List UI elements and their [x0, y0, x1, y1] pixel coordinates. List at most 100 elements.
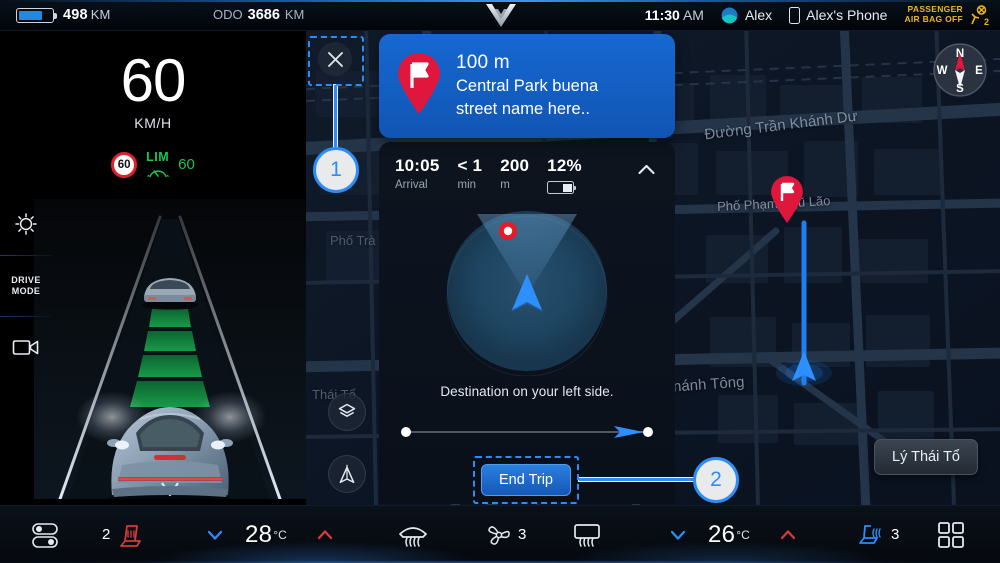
passenger-airbag-indicator: PASSENGER AIR BAG OFF 2 [904, 4, 990, 26]
connected-phone[interactable]: Alex's Phone [789, 6, 887, 24]
destination-message: Destination on your left side. [440, 384, 614, 399]
fan-speed-value: 3 [518, 526, 527, 543]
speed-limiter-badge: LIM [146, 150, 169, 179]
camera-item[interactable] [0, 323, 52, 371]
progress-track [409, 431, 645, 433]
limiter-label: LIM [146, 150, 170, 165]
airbag-off-icon: 2 [971, 4, 989, 26]
driver-seat-heater-button[interactable]: 2 [100, 521, 145, 549]
annotation-marker-1: 1 [313, 147, 359, 193]
instrument-cluster: 60 KM/H 60 LIM 60 DRIVE MODE [0, 31, 306, 505]
svg-text:S: S [956, 83, 964, 95]
maneuver-distance: 100 m [456, 52, 510, 74]
cluster-icon-rail: DRIVE MODE [0, 201, 52, 371]
annotation-highlight-box-2 [473, 456, 579, 504]
speedometer-icon [146, 170, 169, 178]
user-name: Alex [744, 7, 773, 23]
passenger-temp-up-button[interactable] [778, 525, 798, 545]
navigation-detail-panel: 10:05 Arrival < 1 min 200 m 12% Destinat… [379, 142, 675, 504]
passenger-temp-unit: °C [736, 527, 750, 542]
passenger-temperature[interactable]: 26 °C [708, 521, 750, 549]
odo-label: ODO [213, 7, 243, 22]
destination-pin[interactable] [769, 176, 805, 229]
passenger-temp-value: 26 [708, 520, 736, 548]
banner-text-block: 100 m Central Park buena street name her… [456, 52, 598, 120]
map-layers-button[interactable] [328, 393, 366, 431]
stat-distance: 200 m [500, 156, 529, 191]
maneuver-pin-icon [395, 52, 443, 120]
navigation-banner: 100 m Central Park buena street name her… [379, 34, 675, 138]
drive-mode-item[interactable]: DRIVE MODE [0, 262, 52, 310]
avatar-icon [721, 7, 738, 23]
front-defrost-button[interactable] [396, 521, 430, 549]
brand-logo-icon [486, 4, 516, 27]
driver-temp-down-button[interactable] [205, 525, 225, 545]
driver-temp-up-button[interactable] [315, 525, 335, 545]
current-speed: 60 [120, 47, 187, 114]
driver-temp-value: 28 [245, 520, 273, 548]
arrival-label: Arrival [395, 179, 428, 191]
chevron-down-icon [670, 530, 686, 540]
progress-start-dot [401, 427, 411, 437]
chevron-up-icon [317, 529, 333, 539]
arrival-value: 10:05 [395, 156, 440, 175]
range-unit: KM [90, 7, 111, 22]
user-profile[interactable]: Alex [721, 7, 772, 24]
proximity-radar [446, 211, 608, 376]
status-right-group: 11:30 AM Alex Alex's Phone PASSENGER AIR… [645, 4, 990, 26]
fan-icon [488, 525, 510, 545]
front-defrost-icon [399, 526, 427, 547]
close-icon [327, 51, 343, 67]
speed-limit-group: 60 LIM 60 [0, 150, 306, 179]
battery-level-fill [19, 10, 43, 20]
infotainment-screen: Đường Trần Khánh Dư Phố Phạm Ngũ Lão hán… [0, 0, 1000, 563]
stat-duration: < 1 min [457, 156, 482, 191]
passenger-seat-vent-button[interactable]: 3 [855, 521, 901, 549]
rear-defrost-button[interactable] [570, 521, 604, 549]
apps-grid-button[interactable] [937, 521, 965, 549]
camera-icon [12, 340, 39, 355]
street-name-line2: street name here.. [456, 100, 590, 118]
svg-text:N: N [956, 48, 964, 60]
limiter-value: 60 [178, 156, 195, 174]
street-name-button[interactable]: Lý Thái Tổ [874, 439, 978, 475]
airbag-line2: AIR BAG OFF [904, 14, 963, 24]
street-name-line1: Central Park buena [456, 77, 599, 96]
battery-icon [16, 7, 57, 23]
svg-text:2: 2 [984, 17, 989, 26]
progress-vehicle-arrow [614, 426, 644, 438]
clock-period: AM [682, 7, 704, 23]
phone-icon [789, 6, 801, 24]
driver-temp-unit: °C [273, 527, 287, 542]
clock-time: 11:30 [644, 7, 680, 23]
svg-text:W: W [937, 65, 948, 77]
seat-ventilation-icon [859, 524, 881, 544]
route-progress-slider[interactable] [401, 425, 653, 439]
adas-road-visualization [34, 199, 306, 499]
close-nav-button[interactable] [318, 42, 352, 76]
speed-readout: 60 KM/H [0, 31, 306, 131]
rail-divider [0, 316, 52, 317]
driver-temperature[interactable]: 28 °C [245, 521, 287, 549]
driver-seat-heat-level: 2 [102, 526, 111, 543]
seat-heater-icon [120, 524, 142, 547]
battery-bar-icon [547, 181, 577, 194]
clock: 11:30 AM [645, 7, 704, 23]
map-street-label: Phố Trà [330, 233, 376, 248]
rail-divider [0, 255, 52, 256]
passenger-temp-down-button[interactable] [668, 525, 688, 545]
drive-mode-label-line2: MODE [11, 286, 41, 296]
headlight-status-item[interactable] [0, 201, 52, 249]
passenger-seat-vent-level: 3 [891, 526, 900, 543]
map-orientation-button[interactable] [328, 455, 366, 493]
distance-value: 200 [500, 156, 530, 175]
collapse-panel-button[interactable] [633, 156, 659, 182]
range-value: 498 [63, 7, 88, 23]
status-bar: 498 KM ODO 3686 KM 11:30 AM Alex Alex's … [0, 0, 1000, 31]
annotation-leader-line-1 [333, 84, 338, 150]
climate-settings-button[interactable] [30, 520, 60, 550]
drive-mode-label-line1: DRIVE [11, 274, 41, 285]
fan-speed-button[interactable]: 3 [486, 522, 528, 548]
compass-widget[interactable]: N E S W [933, 43, 987, 97]
climate-bar: 2 28 °C 3 26 °C 3 [0, 505, 1000, 563]
